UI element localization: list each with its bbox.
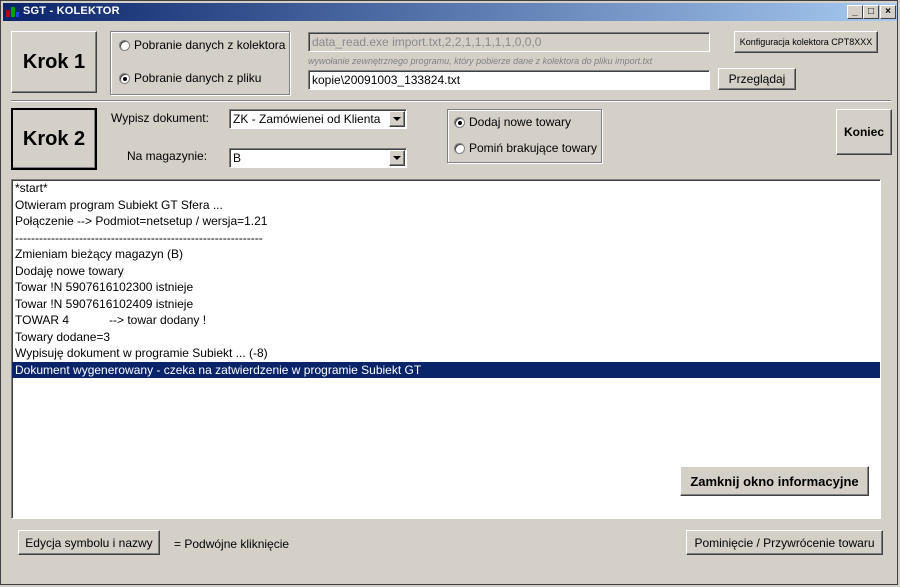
end-button[interactable]: Koniec bbox=[836, 109, 892, 155]
document-select[interactable]: ZK - Zamówienei od Klienta bbox=[229, 109, 407, 129]
edit-symbol-label: Edycja symbolu i nazwy bbox=[25, 535, 153, 550]
command-hint: wywołanie zewnętrznego programu, który p… bbox=[308, 56, 653, 66]
radio-collector-dot[interactable] bbox=[119, 39, 130, 51]
log-line[interactable]: Towar !N 5907616102409 istnieje bbox=[12, 296, 880, 313]
minimize-button[interactable]: _ bbox=[847, 5, 863, 19]
edit-symbol-button[interactable]: Edycja symbolu i nazwy bbox=[18, 530, 160, 555]
log-line[interactable]: ----------------------------------------… bbox=[12, 230, 880, 247]
log-line[interactable]: Towary dodane=3 bbox=[12, 329, 880, 346]
close-info-button[interactable]: Zamknij okno informacyjne bbox=[680, 466, 869, 496]
radio-collector-label: Pobranie danych z kolektora bbox=[134, 38, 286, 52]
warehouse-select-value: B bbox=[233, 151, 242, 165]
file-path-input[interactable]: kopie\20091003_133824.txt bbox=[308, 70, 710, 90]
radio-add-items-dot[interactable] bbox=[454, 116, 465, 128]
radio-collector[interactable]: Pobranie danych z kolektora bbox=[119, 38, 285, 52]
radio-skip-items-label: Pomiń brakujące towary bbox=[469, 141, 598, 155]
browse-button[interactable]: Przeglądaj bbox=[718, 68, 796, 90]
minimize-icon: _ bbox=[852, 6, 858, 17]
maximize-icon: □ bbox=[867, 6, 875, 17]
chevron-down-icon[interactable] bbox=[389, 150, 405, 166]
end-label: Koniec bbox=[843, 125, 884, 139]
log-line[interactable]: Towar !N 5907616102300 istnieje bbox=[12, 279, 880, 296]
radio-skip-items[interactable]: Pomiń brakujące towary bbox=[454, 141, 597, 155]
radio-add-items[interactable]: Dodaj nowe towary bbox=[454, 115, 571, 129]
skip-restore-button[interactable]: Pominięcie / Przywrócenie towaru bbox=[686, 530, 883, 555]
command-input[interactable]: data_read.exe import.txt,2,2,1,1,1,1,1,0… bbox=[308, 32, 710, 52]
maximize-button[interactable]: □ bbox=[863, 5, 879, 19]
app-icon bbox=[6, 7, 19, 17]
document-select-value: ZK - Zamówienei od Klienta bbox=[233, 112, 381, 126]
radio-file[interactable]: Pobranie danych z pliku bbox=[119, 71, 261, 85]
window-title: SGT - KOLEKTOR bbox=[23, 5, 120, 17]
log-line[interactable]: Wypisuję dokument w programie Subiekt ..… bbox=[12, 345, 880, 362]
log-line[interactable]: TOWAR 4 --> towar dodany ! bbox=[12, 312, 880, 329]
app-window: SGT - KOLEKTOR _ □ × Krok 1 Pobranie dan… bbox=[0, 0, 898, 585]
document-label: Wypisz dokument: bbox=[111, 111, 209, 125]
step2-label: Krok 2 bbox=[22, 127, 86, 150]
close-info-label: Zamknij okno informacyjne bbox=[690, 473, 859, 489]
warehouse-select[interactable]: B bbox=[229, 148, 407, 168]
step1-button[interactable]: Krok 1 bbox=[11, 31, 97, 93]
close-icon: × bbox=[885, 6, 891, 17]
log-line[interactable]: Dokument wygenerowany - czeka na zatwier… bbox=[12, 361, 880, 378]
browse-label: Przeglądaj bbox=[728, 72, 786, 86]
separator bbox=[11, 100, 891, 102]
radio-add-items-label: Dodaj nowe towary bbox=[469, 115, 572, 129]
log-line[interactable]: Otwieram program Subiekt GT Sfera ... bbox=[12, 197, 880, 214]
warehouse-label: Na magazynie: bbox=[127, 149, 208, 163]
log-line[interactable]: *start* bbox=[12, 180, 880, 197]
config-collector-label: Konfiguracja kolektora CPT8XXX bbox=[739, 37, 873, 47]
step2-button[interactable]: Krok 2 bbox=[11, 108, 97, 170]
log-lines: *start* Otwieram program Subiekt GT Sfera… bbox=[12, 180, 880, 378]
radio-file-label: Pobranie danych z pliku bbox=[134, 71, 262, 85]
close-button[interactable]: × bbox=[880, 5, 896, 19]
chevron-down-icon[interactable] bbox=[389, 111, 405, 127]
radio-file-dot[interactable] bbox=[119, 72, 130, 84]
radio-skip-items-dot[interactable] bbox=[454, 142, 465, 154]
log-line[interactable]: Zmieniam bieżący magazyn (B) bbox=[12, 246, 880, 263]
edit-hint: = Podwójne kliknięcie bbox=[174, 537, 290, 551]
config-collector-button[interactable]: Konfiguracja kolektora CPT8XXX bbox=[734, 31, 878, 53]
log-line[interactable]: Dodaję nowe towary bbox=[12, 263, 880, 280]
skip-restore-label: Pominięcie / Przywrócenie towaru bbox=[694, 535, 875, 550]
title-bar[interactable]: SGT - KOLEKTOR _ □ × bbox=[3, 3, 897, 21]
log-line[interactable]: Połączenie --> Podmiot=netsetup / wersja… bbox=[12, 213, 880, 230]
step1-label: Krok 1 bbox=[22, 50, 86, 73]
